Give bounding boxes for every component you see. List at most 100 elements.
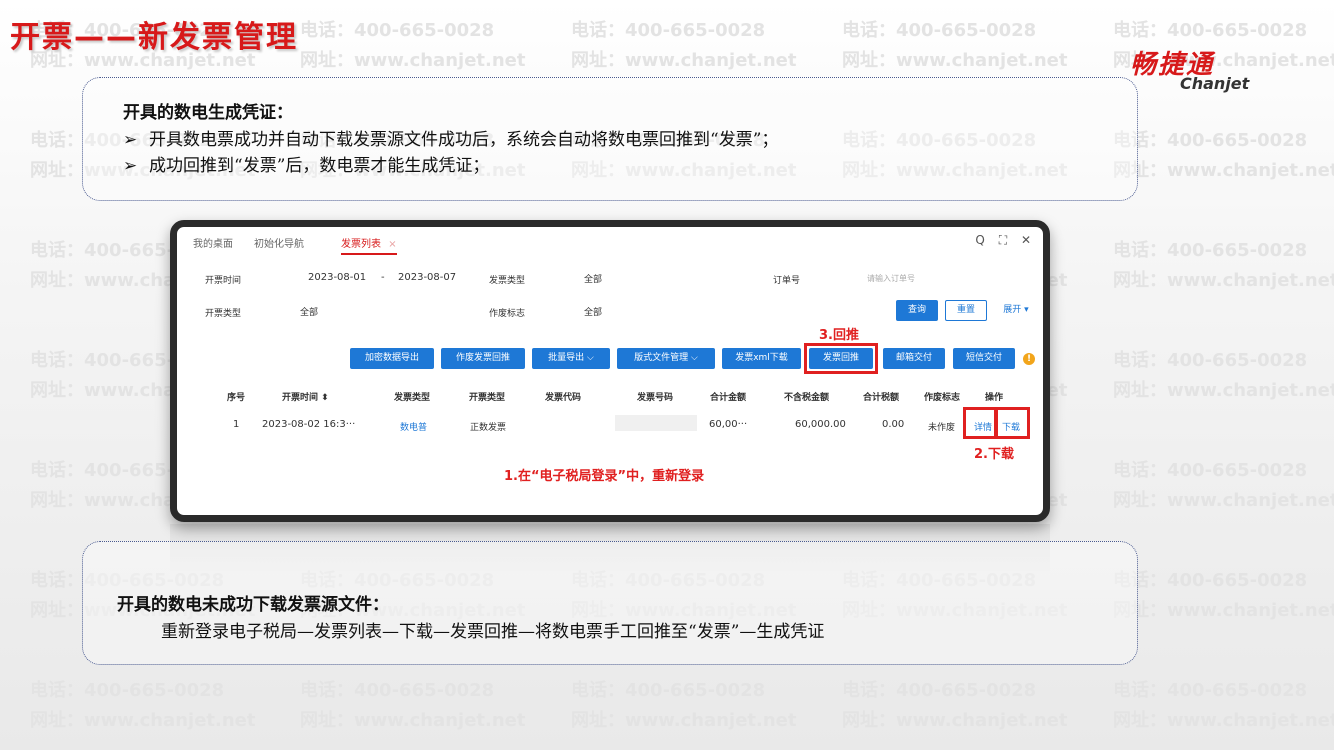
col-seq: 序号 bbox=[227, 393, 246, 403]
filter-order-label: 订单号 bbox=[773, 276, 801, 286]
col-invoice-number: 发票号码 bbox=[637, 393, 674, 403]
col-invoice-type: 发票类型 bbox=[394, 393, 431, 403]
search-button[interactable]: 查询 bbox=[896, 300, 938, 321]
row-issue-type: 正数发票 bbox=[470, 423, 507, 433]
highlight-detail-box bbox=[963, 407, 997, 439]
watermark-phone: 电话：400-665-0028 bbox=[1113, 570, 1308, 591]
tab-invoice-list[interactable]: 发票列表 × bbox=[341, 235, 397, 255]
annotation-step1: 1.在“电子税局登录”中，重新登录 bbox=[504, 469, 705, 484]
watermark-phone: 电话：400-665-0028 bbox=[1113, 130, 1308, 151]
highlight-pushback-box bbox=[804, 343, 878, 374]
col-invoice-code: 发票代码 bbox=[545, 393, 582, 403]
highlight-download-box bbox=[995, 407, 1030, 439]
sms-delivery-button[interactable]: 短信交付 bbox=[953, 348, 1015, 369]
filter-void-select[interactable]: 全部 bbox=[584, 305, 602, 318]
watermark-site: 网址：www.chanjet.net bbox=[300, 710, 526, 731]
bullet-arrow-icon: ➢ bbox=[123, 130, 138, 150]
note-heading: 开具的数电生成凭证： bbox=[123, 103, 293, 123]
logo-en-text: Chanjet bbox=[1180, 74, 1250, 93]
watermark-phone: 电话：400-665-0028 bbox=[1113, 460, 1308, 481]
annotation-step2: 2.下载 bbox=[974, 447, 1014, 462]
watermark-site: 网址：www.chanjet.net bbox=[842, 50, 1068, 71]
watermark-site: 网址：www.chanjet.net bbox=[1113, 380, 1334, 401]
note-bullet-line: ➢ 成功回推到“发票”后，数电票才能生成凭证； bbox=[123, 151, 489, 176]
close-icon[interactable]: ✕ bbox=[1021, 233, 1031, 247]
watermark-phone: 电话：400-665-0028 bbox=[1113, 240, 1308, 261]
void-invoice-pushback-button[interactable]: 作废发票回推 bbox=[441, 348, 525, 369]
row-seq: 1 bbox=[233, 419, 240, 430]
filter-date-label: 开票时间 bbox=[205, 276, 242, 286]
watermark-phone: 电话：400-665-0028 bbox=[1113, 680, 1308, 701]
filter-void-label: 作废标志 bbox=[489, 309, 526, 319]
watermark-phone: 电话：400-665-0028 bbox=[571, 680, 766, 701]
window-controls: Q ⛶ ✕ bbox=[965, 233, 1031, 248]
invoice-list-screenshot: 我的桌面 初始化导航 发票列表 × Q ⛶ ✕ 开票时间 2023-08-01 … bbox=[170, 220, 1050, 522]
col-void-flag: 作废标志 bbox=[924, 393, 961, 403]
note-bullet-line: ➢ 开具数电票成功并自动下载发票源文件成功后，系统会自动将数电票回推到“发票”； bbox=[123, 125, 778, 150]
tab-init-guide[interactable]: 初始化导航 bbox=[254, 235, 304, 250]
note-heading: 开具的数电未成功下载发票源文件： bbox=[117, 595, 389, 615]
watermark-site: 网址：www.chanjet.net bbox=[1113, 490, 1334, 511]
filter-date-to[interactable]: 2023-08-07 bbox=[398, 272, 456, 283]
row-total-tax: 0.00 bbox=[882, 419, 905, 430]
watermark-site: 网址：www.chanjet.net bbox=[571, 50, 797, 71]
expand-button[interactable]: 展开 ▾ bbox=[996, 300, 1036, 321]
filter-date-sep: - bbox=[381, 272, 385, 283]
col-total-tax: 合计税额 bbox=[863, 393, 900, 403]
filter-issue-type-select[interactable]: 全部 bbox=[300, 305, 318, 318]
watermark-site: 网址：www.chanjet.net bbox=[1113, 600, 1334, 621]
watermark-site: 网址：www.chanjet.net bbox=[1113, 710, 1334, 731]
note-manual-pushback: 开具的数电未成功下载发票源文件： 重新登录电子税局—发票列表—下载—发票回推—将… bbox=[82, 541, 1138, 665]
filter-invoice-type-label: 发票类型 bbox=[489, 276, 526, 286]
col-net-amount: 不含税金额 bbox=[784, 393, 830, 403]
col-total-amount: 合计金额 bbox=[710, 393, 747, 403]
row-issue-time: 2023-08-02 16:3··· bbox=[262, 419, 356, 430]
row-invoice-type: 数电普 bbox=[400, 423, 428, 433]
filter-invoice-type-select[interactable]: 全部 bbox=[584, 272, 602, 285]
watermark-site: 网址：www.chanjet.net bbox=[300, 50, 526, 71]
row-invoice-number-masked bbox=[615, 415, 697, 431]
watermark-site: 网址：www.chanjet.net bbox=[571, 710, 797, 731]
note-line-text: 成功回推到“发票”后，数电票才能生成凭证； bbox=[149, 156, 490, 176]
watermark-phone: 电话：400-665-0028 bbox=[1113, 20, 1308, 41]
search-icon[interactable]: Q bbox=[975, 233, 984, 247]
batch-export-button[interactable]: 批量导出 ⌵ bbox=[532, 348, 610, 369]
annotation-step3: 3.回推 bbox=[819, 328, 859, 343]
reset-button[interactable]: 重置 bbox=[945, 300, 987, 321]
watermark-site: 网址：www.chanjet.net bbox=[1113, 270, 1334, 291]
filter-order-input[interactable]: 请输入订单号 bbox=[867, 273, 915, 284]
email-delivery-button[interactable]: 邮箱交付 bbox=[883, 348, 945, 369]
watermark-site: 网址：www.chanjet.net bbox=[842, 710, 1068, 731]
row-total-amount: 60,00··· bbox=[709, 419, 748, 430]
bullet-arrow-icon: ➢ bbox=[123, 156, 138, 176]
watermark-phone: 电话：400-665-0028 bbox=[300, 680, 495, 701]
watermark-site: 网址：www.chanjet.net bbox=[1113, 160, 1334, 181]
note-line-text: 重新登录电子税局—发票列表—下载—发票回推—将数电票手工回推至“发票”—生成凭证 bbox=[161, 622, 825, 642]
watermark-site: 网址：www.chanjet.net bbox=[30, 710, 256, 731]
chanjet-logo: 畅捷通 Chanjet bbox=[1130, 44, 1270, 94]
watermark-phone: 电话：400-665-0028 bbox=[300, 20, 495, 41]
fullscreen-icon[interactable]: ⛶ bbox=[999, 233, 1007, 247]
row-void-flag: 未作废 bbox=[928, 423, 956, 433]
tab-close-icon[interactable]: × bbox=[388, 239, 396, 250]
filter-date-from[interactable]: 2023-08-01 bbox=[308, 272, 366, 283]
note-line-text: 开具数电票成功并自动下载发票源文件成功后，系统会自动将数电票回推到“发票”； bbox=[149, 130, 779, 150]
watermark-phone: 电话：400-665-0028 bbox=[1113, 350, 1308, 371]
warning-icon: ! bbox=[1023, 353, 1035, 365]
slide-title: 开票——新发票管理 bbox=[10, 20, 298, 55]
tab-invoice-list-label: 发票列表 bbox=[341, 239, 381, 250]
layout-file-mgmt-button[interactable]: 版式文件管理 ⌵ bbox=[617, 348, 715, 369]
watermark-phone: 电话：400-665-0028 bbox=[842, 20, 1037, 41]
row-net-amount: 60,000.00 bbox=[795, 419, 846, 430]
tab-my-desktop[interactable]: 我的桌面 bbox=[193, 235, 233, 250]
note-auto-voucher: 开具的数电生成凭证： ➢ 开具数电票成功并自动下载发票源文件成功后，系统会自动将数… bbox=[82, 77, 1138, 201]
watermark-phone: 电话：400-665-0028 bbox=[571, 20, 766, 41]
col-actions: 操作 bbox=[985, 393, 1004, 403]
invoice-xml-download-button[interactable]: 发票xml下载 bbox=[722, 348, 801, 369]
watermark-phone: 电话：400-665-0028 bbox=[842, 680, 1037, 701]
col-issue-time[interactable]: 开票时间 ⬍ bbox=[282, 390, 329, 403]
col-issue-type: 开票类型 bbox=[469, 393, 506, 403]
filter-issue-type-label: 开票类型 bbox=[205, 309, 242, 319]
watermark-phone: 电话：400-665-0028 bbox=[30, 680, 225, 701]
encrypted-export-button[interactable]: 加密数据导出 bbox=[350, 348, 434, 369]
